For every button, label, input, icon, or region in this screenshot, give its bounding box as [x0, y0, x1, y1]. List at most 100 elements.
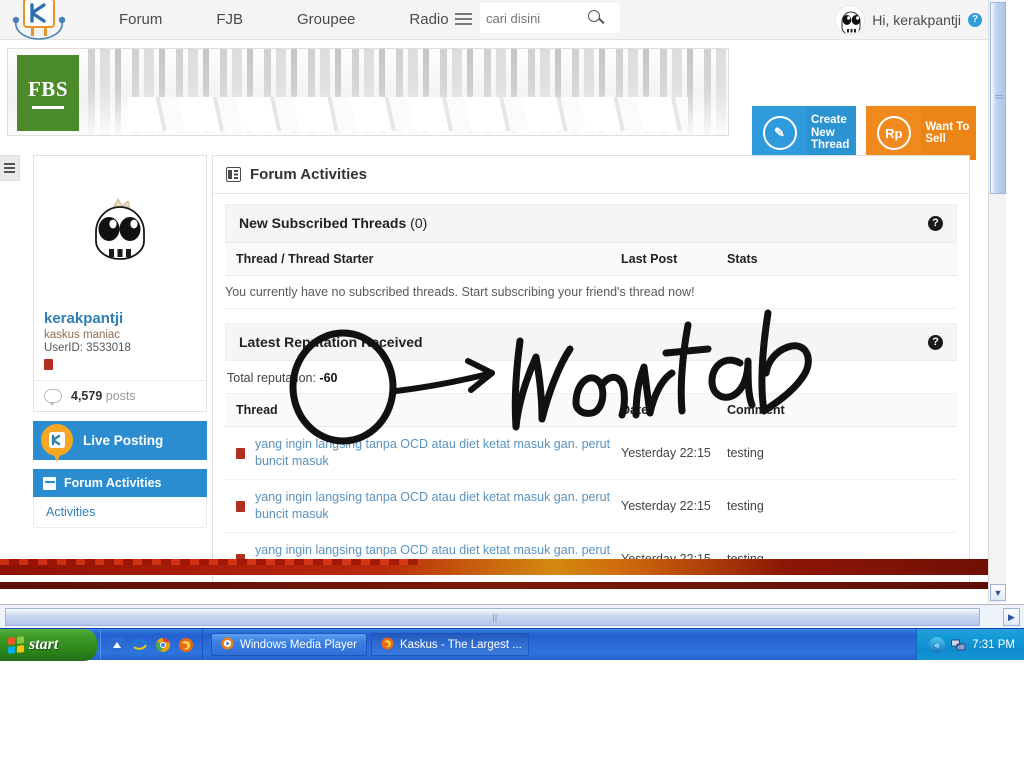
- section-new-subscribed-threads: New Subscribed Threads (0) ? Thread / Th…: [213, 194, 969, 309]
- wmp-skin-band-top: [0, 559, 1006, 575]
- table-header-row: Thread / Thread Starter Last Post Stats: [225, 242, 957, 276]
- thread-link[interactable]: yang ingin langsing tanpa OCD atau diet …: [255, 436, 621, 470]
- profile-posts-text: 4,579 posts: [71, 389, 136, 403]
- document-list-icon: [226, 167, 241, 182]
- hamburger-icon[interactable]: [447, 3, 479, 35]
- horizontal-scrollbar[interactable]: ▶: [0, 604, 1024, 628]
- taskbar-window-windows-media-player[interactable]: Windows Media Player: [211, 633, 367, 656]
- pencil-icon: ✎: [752, 106, 807, 160]
- create-new-thread-button[interactable]: ✎ Create New Thread: [752, 106, 857, 160]
- ad-documents-image: [128, 97, 688, 131]
- taskbar-window-label: Windows Media Player: [240, 638, 357, 651]
- table-row[interactable]: yang ingin langsing tanpa OCD atau diet …: [225, 426, 957, 480]
- date-cell: Yesterday 22:15: [621, 426, 727, 480]
- comment-cell: testing: [727, 426, 957, 480]
- total-reputation-label: Total reputation:: [227, 371, 320, 385]
- section-title: Latest Reputation Received: [239, 334, 423, 350]
- tray-expand-chevron-icon[interactable]: «: [929, 636, 946, 653]
- nav-link-forum[interactable]: Forum: [92, 0, 189, 40]
- show-desktop-icon[interactable]: [109, 637, 125, 653]
- quick-launch-bar: [100, 629, 203, 660]
- start-button[interactable]: start: [0, 629, 97, 661]
- desktop-screen: Forum FJB Groupee Radio cari disini Hi, …: [0, 0, 1024, 768]
- reputation-badge-cell: [225, 426, 255, 480]
- network-icon[interactable]: [951, 638, 966, 652]
- profile-card: kerakpantji kaskus maniac UserID: 353301…: [33, 155, 207, 412]
- date-cell: Yesterday 22:15: [621, 479, 727, 533]
- reputation-badge-cell: [225, 479, 255, 533]
- rupiah-icon: Rp: [866, 106, 922, 160]
- section-latest-reputation-received: Latest Reputation Received ? Total reput…: [213, 309, 969, 586]
- column-header-thread: Thread: [225, 393, 621, 427]
- search-box: [480, 3, 620, 33]
- system-clock[interactable]: 7:31 PM: [972, 639, 1015, 651]
- primary-nav: Forum FJB Groupee Radio: [92, 0, 476, 40]
- search-icon[interactable]: [585, 7, 607, 29]
- sidebar-toggle-icon[interactable]: [0, 155, 20, 181]
- comment-cell: testing: [727, 479, 957, 533]
- user-greeting[interactable]: Hi, kerakpantji: [872, 12, 961, 28]
- create-new-thread-label: Create New Thread: [807, 106, 857, 160]
- user-menu: Hi, kerakpantji ?: [835, 0, 982, 40]
- profile-avatar[interactable]: [34, 156, 206, 306]
- total-reputation-value: -60: [319, 371, 338, 385]
- page-title: Forum Activities: [250, 166, 367, 183]
- help-icon[interactable]: ?: [928, 215, 943, 231]
- column-header-last-post: Last Post: [621, 242, 727, 276]
- advertisement-banner[interactable]: FBS: [7, 48, 729, 136]
- pencil-icon-glyph: ✎: [762, 116, 797, 150]
- column-header-thread: Thread / Thread Starter: [225, 242, 621, 276]
- thread-cell: yang ingin langsing tanpa OCD atau diet …: [255, 479, 621, 533]
- total-reputation: Total reputation: -60: [225, 361, 957, 393]
- sidebar-item-forum-activities[interactable]: Forum Activities: [33, 469, 207, 497]
- wmp-skin-band-bottom: [0, 582, 1006, 589]
- cta-button-group: ✎ Create New Thread Rp Want To Sell: [752, 106, 977, 160]
- profile-info: kerakpantji kaskus maniac UserID: 353301…: [34, 306, 206, 380]
- window-list: Windows Media Player Kaskus - The Larges…: [203, 629, 916, 660]
- live-posting-button[interactable]: Live Posting: [33, 421, 207, 462]
- section-title-count: (0): [406, 215, 428, 231]
- vertical-scrollbar-thumb[interactable]: [990, 2, 1006, 194]
- profile-userid: UserID: 3533018: [44, 342, 131, 354]
- sidebar: kerakpantji kaskus maniac UserID: 353301…: [33, 155, 207, 528]
- fbs-logo-text: FBS: [27, 77, 68, 101]
- profile-posts-row: 4,579 posts: [34, 380, 206, 411]
- table-row[interactable]: yang ingin langsing tanpa OCD atau diet …: [225, 479, 957, 533]
- help-icon[interactable]: ?: [928, 334, 943, 350]
- banner-row: FBS ✎ Create New Thread Rp Want To Sell: [0, 40, 1006, 160]
- horizontal-scrollbar-thumb[interactable]: [5, 608, 980, 626]
- thread-cell: yang ingin langsing tanpa OCD atau diet …: [255, 426, 621, 480]
- nav-link-groupee[interactable]: Groupee: [270, 0, 382, 40]
- profile-username[interactable]: kerakpantji: [44, 310, 196, 327]
- vertical-scrollbar[interactable]: ▼: [988, 0, 1006, 603]
- column-header-comment: Comment: [727, 393, 957, 427]
- windows-media-player-overlay[interactable]: [0, 555, 1006, 603]
- avatar[interactable]: [835, 5, 866, 35]
- kaskus-logo[interactable]: [4, 0, 74, 43]
- internet-explorer-icon[interactable]: [132, 637, 148, 653]
- mozilla-firefox-icon[interactable]: [178, 637, 194, 653]
- scroll-right-button[interactable]: ▶: [1003, 608, 1020, 626]
- calendar-icon: [43, 476, 56, 490]
- scroll-down-button[interactable]: ▼: [990, 584, 1006, 601]
- search-input[interactable]: [480, 10, 585, 26]
- profile-title: kaskus maniac: [44, 329, 121, 341]
- help-icon[interactable]: ?: [968, 13, 982, 27]
- system-tray: « 7:31 PM: [916, 629, 1024, 660]
- nav-link-fjb[interactable]: FJB: [189, 0, 270, 40]
- section-title-bold: New Subscribed Threads: [239, 215, 407, 231]
- want-to-sell-button[interactable]: Rp Want To Sell: [866, 106, 977, 160]
- column-header-stats: Stats: [727, 242, 957, 276]
- taskbar-window-label: Kaskus - The Largest ...: [399, 638, 522, 651]
- section-title: New Subscribed Threads (0): [239, 215, 427, 231]
- subscribed-threads-table: Thread / Thread Starter Last Post Stats …: [225, 242, 957, 309]
- section-header: New Subscribed Threads (0) ?: [225, 204, 957, 242]
- profile-posts-label: posts: [105, 389, 136, 403]
- thread-link[interactable]: yang ingin langsing tanpa OCD atau diet …: [255, 489, 621, 523]
- taskbar-window-kaskus[interactable]: Kaskus - The Largest ...: [370, 633, 529, 656]
- kaskus-pin-icon: [40, 423, 74, 462]
- table-header-row: Thread Date Comment: [225, 393, 957, 427]
- red-reputation-badge-icon: [236, 500, 245, 512]
- sidebar-item-activities[interactable]: Activities: [33, 497, 207, 528]
- google-chrome-icon[interactable]: [155, 637, 171, 653]
